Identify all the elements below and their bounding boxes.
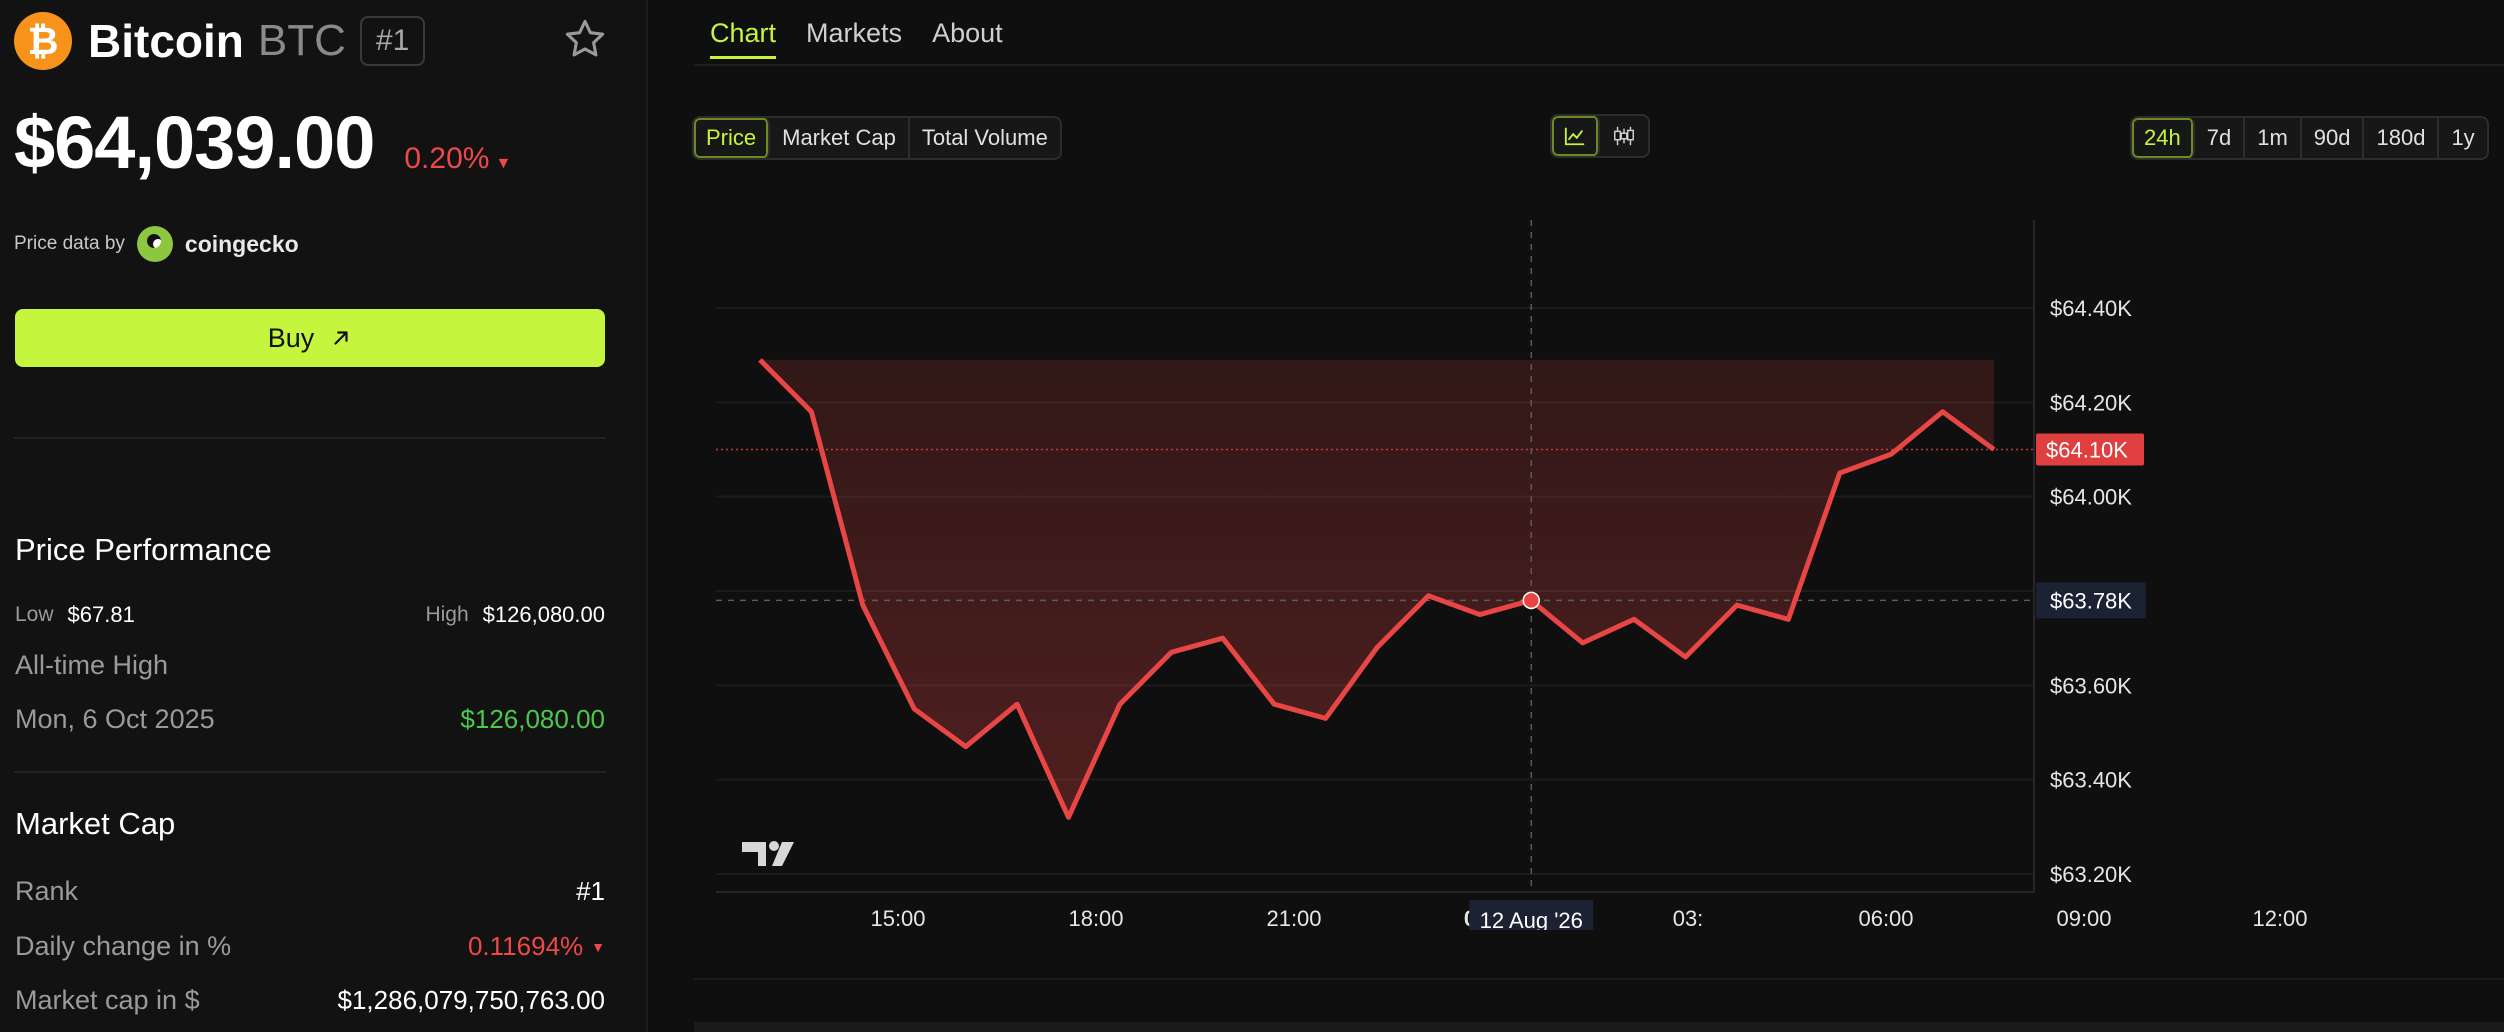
y-tick-label: $63.60K xyxy=(2050,673,2132,698)
chart-bottom-divider xyxy=(694,978,2504,980)
favorite-star-icon[interactable] xyxy=(562,16,608,62)
current-price-label: $64.10K xyxy=(2046,438,2128,463)
range-90d-button[interactable]: 90d xyxy=(2302,118,2365,158)
tab-about[interactable]: About xyxy=(932,12,1003,55)
rank-label: Rank xyxy=(15,876,79,906)
rank-badge: #1 xyxy=(359,16,426,66)
price-row: $64,039.00 0.20% ▼ xyxy=(14,100,511,185)
line-chart-icon[interactable] xyxy=(1552,116,1600,156)
metric-total-volume-button[interactable]: Total Volume xyxy=(910,118,1060,158)
bitcoin-logo-icon: ₿ xyxy=(14,12,72,70)
ath-value: $126,080.00 xyxy=(460,704,605,734)
ath-label: All-time High xyxy=(15,650,169,680)
coin-info-panel: ₿ Bitcoin BTC #1 $64,039.00 0.20% ▼ Pric… xyxy=(0,0,648,1032)
y-tick-label: $63.40K xyxy=(2050,768,2132,793)
arrow-up-right-icon xyxy=(334,331,348,345)
tradingview-logo-icon xyxy=(742,841,794,866)
coin-header: ₿ Bitcoin BTC #1 xyxy=(14,10,426,72)
range-1m-button[interactable]: 1m xyxy=(2245,118,2302,158)
coingecko-name[interactable]: coingecko xyxy=(185,231,299,258)
price-data-label: Price data by xyxy=(14,233,125,254)
crosshair-price-label: $63.78K xyxy=(2050,588,2132,613)
x-tick-label: 03: xyxy=(1673,906,1704,930)
buy-button[interactable]: Buy xyxy=(15,309,605,367)
chart-type-selector xyxy=(1550,114,1650,158)
bottom-scrollbar[interactable] xyxy=(694,1022,2504,1032)
price-data-source: Price data by coingecko xyxy=(14,226,299,262)
y-tick-label: $63.20K xyxy=(2050,862,2132,887)
market-cap-title: Market Cap xyxy=(15,806,176,841)
x-tick-label: 18:00 xyxy=(1068,906,1123,930)
x-tick-label: 06:00 xyxy=(1858,906,1913,930)
price-change-percent: 0.20% xyxy=(404,142,490,175)
coin-name: Bitcoin xyxy=(88,15,244,67)
daily-change-label: Daily change in % xyxy=(15,931,232,961)
low-label: Low xyxy=(15,603,54,626)
metric-selector: Price Market Cap Total Volume xyxy=(692,116,1062,160)
chart-panel: Chart Markets About Price Market Cap Tot… xyxy=(650,0,2504,1032)
time-range-selector: 24h 7d 1m 90d 180d 1y xyxy=(2130,116,2489,160)
divider xyxy=(14,437,606,439)
market-cap-row: Market cap in $ $1,286,079,750,763.00 xyxy=(15,985,605,1016)
range-1y-button[interactable]: 1y xyxy=(2439,118,2486,158)
daily-change-value: 0.11694% xyxy=(467,931,584,961)
down-triangle-icon: ▼ xyxy=(495,155,512,172)
ath-label-row: All-time High xyxy=(15,650,605,681)
coingecko-logo-icon xyxy=(136,226,173,262)
divider xyxy=(14,771,606,773)
metric-price-button[interactable]: Price xyxy=(694,118,771,158)
coin-symbol: BTC xyxy=(257,16,346,65)
range-180d-button[interactable]: 180d xyxy=(2364,118,2440,158)
price-area-fill xyxy=(760,359,1994,818)
x-tick-label: 21:00 xyxy=(1266,906,1321,930)
daily-change-row: Daily change in % 0.11694% ▼ xyxy=(15,931,605,962)
metric-market-cap-button[interactable]: Market Cap xyxy=(770,118,910,158)
x-tick-label: 15:00 xyxy=(870,906,925,930)
y-tick-label: $64.00K xyxy=(2050,485,2132,510)
y-tick-label: $64.20K xyxy=(2050,390,2132,415)
range-24h-button[interactable]: 24h xyxy=(2132,118,2195,158)
tab-markets[interactable]: Markets xyxy=(806,12,902,55)
x-tick-label: 09:00 xyxy=(2056,906,2111,930)
candlestick-icon[interactable] xyxy=(1600,116,1648,156)
high-label: High xyxy=(425,603,469,626)
tabs-divider xyxy=(694,64,2504,66)
current-price: $64,039.00 xyxy=(14,101,375,184)
price-performance-title: Price Performance xyxy=(15,532,272,567)
buy-button-label: Buy xyxy=(267,322,315,353)
range-7d-button[interactable]: 7d xyxy=(2195,118,2246,158)
crosshair-date-label: 12 Aug '26 xyxy=(1480,908,1583,930)
market-cap-value: $1,286,079,750,763.00 xyxy=(337,985,605,1015)
tab-chart[interactable]: Chart xyxy=(710,12,777,59)
main-tabs: Chart Markets About xyxy=(710,0,1033,66)
y-tick-label: $64.40K xyxy=(2050,296,2132,321)
high-value: $126,080.00 xyxy=(482,602,605,627)
market-cap-label: Market cap in $ xyxy=(15,985,200,1015)
ath-row: Mon, 6 Oct 2025 $126,080.00 xyxy=(15,704,605,735)
low-high-row: Low $67.81 High $126,080.00 xyxy=(15,602,605,628)
x-tick-label: 12:00 xyxy=(2252,906,2307,930)
rank-row: Rank #1 xyxy=(15,876,605,907)
down-triangle-icon: ▼ xyxy=(591,938,605,955)
rank-value: #1 xyxy=(576,876,605,906)
low-value: $67.81 xyxy=(67,602,135,627)
price-chart[interactable]: $64.40K $64.20K $64.00K $63.60K $63.40K $63.2… xyxy=(694,220,2504,930)
ath-date: Mon, 6 Oct 2025 xyxy=(15,704,215,734)
crosshair-point xyxy=(1522,591,1540,610)
